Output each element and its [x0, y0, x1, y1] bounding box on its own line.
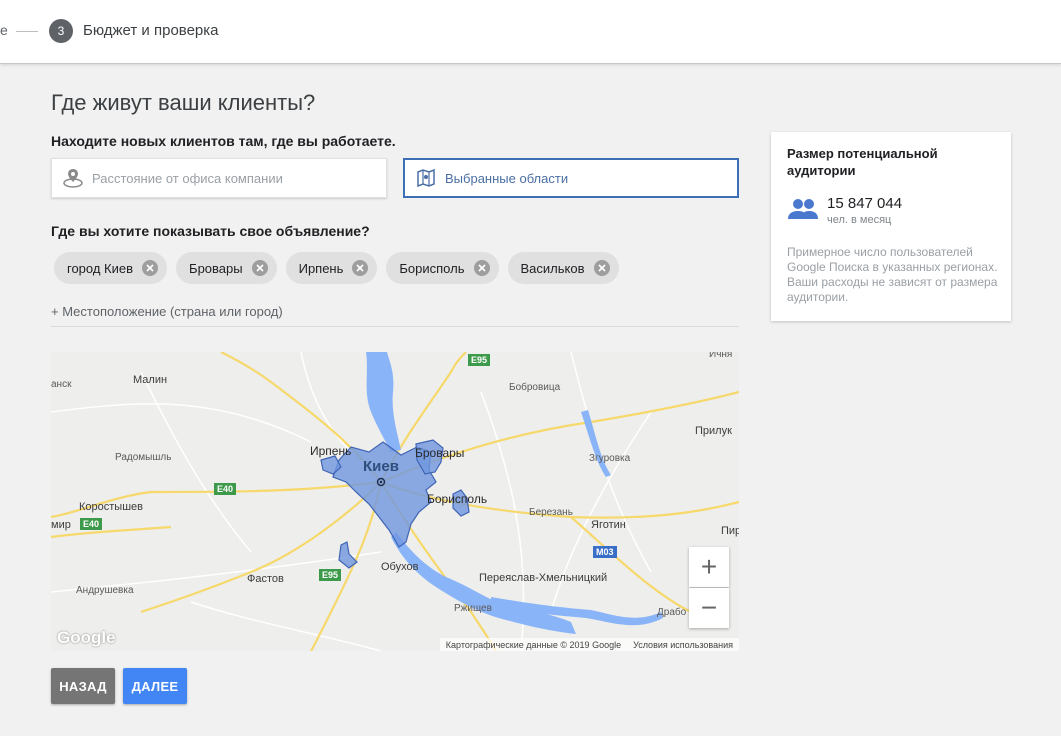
audience-note: Примерное число пользователей Google Пои… [787, 245, 998, 304]
road-shield-m03: M03 [593, 546, 617, 558]
map-canvas [51, 352, 739, 651]
location-chip-label: город Киев [67, 260, 134, 276]
next-button[interactable]: ДАЛЕЕ [123, 668, 187, 704]
map-label-pyr: Пир [721, 525, 739, 537]
location-chip: город Киев [54, 252, 168, 284]
remove-icon[interactable] [352, 260, 369, 276]
zoom-in-button[interactable]: + [689, 547, 729, 587]
divider [51, 326, 739, 327]
audience-size-card: Размер потенциальной аудитории 15 847 04… [771, 132, 1011, 321]
where-show-label: Где вы хотите показывать свое объявление… [51, 223, 370, 239]
map-label-malin: Малин [133, 374, 168, 386]
location-chip: Борисполь [386, 252, 499, 284]
road-shield-e40: E40 [80, 518, 103, 530]
add-location-link[interactable]: + Местоположение (страна или город) [51, 304, 283, 319]
audience-card-title: Размер потенциальной аудитории [787, 146, 938, 178]
map-label-zhytomyr: мир [51, 519, 71, 531]
road-shield-e95: E95 [319, 569, 342, 581]
audience-value: 15 847 044 [827, 195, 903, 212]
map-label-korostyshev: Коростышев [79, 501, 143, 513]
map-attribution: Картографические данные © 2019 Google Ус… [439, 638, 739, 651]
map-label-ansk: анск [51, 379, 72, 390]
map-label-pryluky: Прилук [695, 425, 732, 437]
map-data-credit: Картографические данные © 2019 Google [445, 639, 622, 650]
map-label-obukhov: Обухов [381, 561, 419, 573]
people-icon [787, 198, 819, 225]
location-chip-label: Васильков [520, 260, 585, 276]
location-chip: Бровары [176, 252, 277, 284]
regions-option-button[interactable]: Выбранные области [403, 158, 739, 198]
current-step-label: Бюджет и проверка [83, 22, 219, 39]
map-label-rzhyshchev: Ржищев [454, 603, 492, 614]
stepper-bar: е 3 Бюджет и проверка [0, 0, 1061, 64]
map-label-radomyshl: Радомышль [115, 452, 172, 463]
map-icon [413, 165, 439, 191]
terms-link[interactable]: Условия использования [633, 640, 733, 650]
google-logo: Google [57, 628, 116, 647]
map-label-boryspil: Борисполь [427, 492, 488, 506]
map-label-pereyaslav: Переяслав-Хмельницкий [479, 572, 608, 584]
location-chip: Ирпень [285, 252, 378, 284]
map-label-zgurovka: Згуровка [589, 453, 631, 464]
map-view[interactable]: Киев Ирпень Бровары Борисполь Малин Ичня… [51, 352, 739, 651]
page-title: Где живут ваши клиенты? [51, 90, 316, 115]
location-chip-label: Бровары [189, 260, 243, 276]
back-button[interactable]: НАЗАД [51, 668, 115, 704]
map-label-berezan: Березань [529, 507, 573, 518]
map-label-irpen: Ирпень [310, 444, 352, 458]
map-label-fastov: Фастов [247, 573, 284, 585]
remove-icon[interactable] [473, 260, 490, 276]
remove-icon[interactable] [251, 260, 268, 276]
location-chip-label: Борисполь [399, 260, 465, 276]
road-shield-e95: E95 [468, 354, 491, 366]
audience-unit: чел. в месяц [827, 214, 892, 226]
map-label-drabov: Драбо [657, 607, 687, 618]
remove-icon[interactable] [593, 260, 610, 276]
previous-step-label[interactable]: е [0, 22, 8, 38]
map-label-yagotyn: Яготин [591, 519, 626, 531]
location-pin-icon [60, 165, 86, 191]
regions-option-label: Выбранные области [445, 170, 569, 186]
step-number-badge: 3 [49, 19, 73, 43]
location-chip-label: Ирпень [298, 260, 344, 276]
zoom-out-button[interactable]: − [689, 588, 729, 628]
location-chip: Васильков [507, 252, 619, 284]
distance-option-button[interactable]: Расстояние от офиса компании [51, 158, 387, 198]
map-label-andrushevka: Андрушевка [76, 585, 134, 596]
map-label-ichnya: Ичня [709, 352, 733, 360]
step-connector [16, 31, 38, 32]
map-label-kiev: Киев [363, 458, 399, 475]
map-label-brovary: Бровары [415, 446, 465, 460]
map-label-bobrovitsa: Бобровица [509, 382, 561, 393]
distance-option-label: Расстояние от офиса компании [92, 170, 283, 186]
targeting-subtitle: Находите новых клиентов там, где вы рабо… [51, 133, 396, 149]
road-shield-e40: E40 [214, 483, 237, 495]
location-chips: город Киев Бровары Ирпень Борисполь Васи… [54, 252, 619, 284]
remove-icon[interactable] [142, 260, 159, 276]
